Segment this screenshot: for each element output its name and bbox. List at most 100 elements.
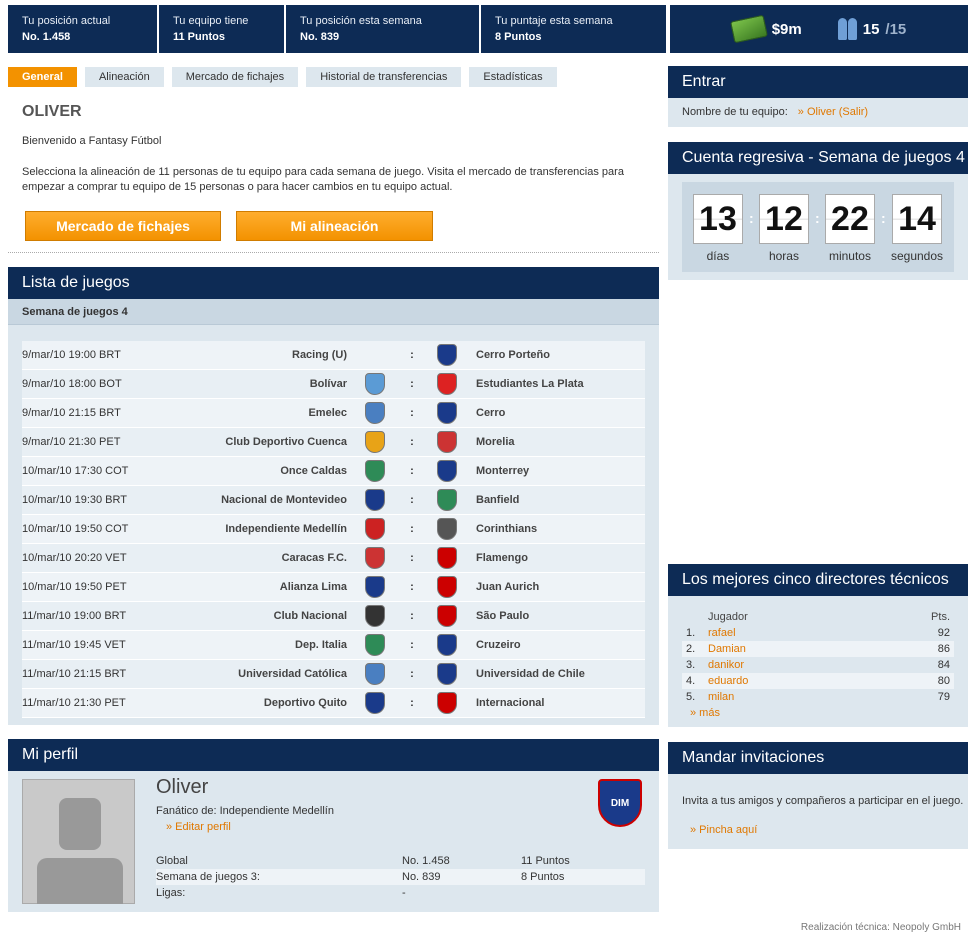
profile-fan-of: Fanático de: Independiente Medellín <box>156 805 334 817</box>
tab-general[interactable]: General <box>8 67 77 87</box>
match-row: 9/mar/10 21:15 BRT Emelec: Cerro <box>22 399 645 428</box>
match-date: 11/mar/10 19:45 VET <box>22 639 126 651</box>
rank: 5. <box>686 691 696 703</box>
team-name-label: Nombre de tu equipo: <box>682 106 788 118</box>
manager-link[interactable]: eduardo <box>708 675 914 687</box>
home-team: Once Caldas <box>280 465 347 477</box>
away-crest-icon <box>437 344 457 366</box>
budget: $9m <box>729 14 802 44</box>
rank: 2. <box>686 643 696 655</box>
home-team: Independiente Medellín <box>225 523 347 535</box>
away-crest-icon <box>437 518 457 540</box>
home-team: Club Deportivo Cuenca <box>225 436 347 448</box>
home-crest-icon <box>364 373 385 395</box>
top5-row: 4. eduardo 80 <box>682 673 954 689</box>
match-row: 9/mar/10 21:30 PET Club Deportivo Cuenca:… <box>22 428 645 457</box>
away-team: Universidad de Chile <box>476 668 585 680</box>
stat-current-position: Tu posición actual No. 1.458 <box>8 5 159 53</box>
match-row: 11/mar/10 19:00 BRT Club Nacional: São Pau… <box>22 602 645 631</box>
match-date: 10/mar/10 19:50 COT <box>22 523 129 535</box>
top5-row: 3. danikor 84 <box>682 657 954 673</box>
manager-link[interactable]: danikor <box>708 659 914 671</box>
away-crest-icon <box>437 460 457 482</box>
home-crest-icon <box>364 692 385 714</box>
away-crest-icon <box>437 576 457 598</box>
manager-points: 80 <box>937 675 950 687</box>
away-team: Cerro Porteño <box>476 349 550 361</box>
money-icon <box>729 14 768 44</box>
stat-week-position: Tu posición esta semana No. 839 <box>286 5 481 53</box>
match-separator: : <box>410 668 414 680</box>
page-title: OLIVER <box>22 103 82 120</box>
tab-statistics[interactable]: Estadísticas <box>469 67 557 87</box>
match-date: 11/mar/10 21:15 BRT <box>22 668 127 680</box>
tab-transfer-market[interactable]: Mercado de fichajes <box>171 67 299 87</box>
my-lineup-button[interactable]: Mi alineación <box>236 211 433 241</box>
top5-list: 1. rafael 92 2. Damian 86 3. danikor 84 4. eduardo… <box>682 625 954 705</box>
home-crest-icon <box>364 489 385 511</box>
transfer-market-button[interactable]: Mercado de fichajes <box>25 211 221 241</box>
manager-points: 92 <box>937 627 950 639</box>
profile-row-leagues: Ligas: - <box>156 887 406 899</box>
general-section: OLIVER Bienvenido a Fantasy Fútbol Selec… <box>8 95 659 253</box>
match-date: 11/mar/10 19:00 BRT <box>22 610 127 622</box>
match-separator: : <box>410 552 414 564</box>
more-link[interactable]: » más <box>682 707 954 719</box>
match-date: 10/mar/10 19:30 BRT <box>22 494 127 506</box>
away-team: Juan Aurich <box>476 581 540 593</box>
countdown-panel: Cuenta regresiva - Semana de juegos 4 13… <box>668 142 968 280</box>
away-crest-icon <box>437 547 457 569</box>
match-date: 9/mar/10 21:30 PET <box>22 436 121 448</box>
stat-team-points: Tu equipo tiene 11 Puntos <box>159 5 286 53</box>
home-crest-icon <box>364 634 385 656</box>
away-team: Internacional <box>476 697 545 709</box>
home-team: Racing (U) <box>292 349 347 361</box>
match-row: 11/mar/10 21:15 BRT Universidad Católica:… <box>22 660 645 689</box>
match-row: 10/mar/10 19:50 COT Independiente Medellí… <box>22 515 645 544</box>
countdown-title: Cuenta regresiva - Semana de juegos 4 <box>668 142 968 174</box>
match-date: 9/mar/10 18:00 BOT <box>22 378 122 390</box>
away-crest-icon <box>437 402 457 424</box>
match-date: 9/mar/10 21:15 BRT <box>22 407 121 419</box>
match-separator: : <box>410 378 414 390</box>
match-date: 10/mar/10 19:50 PET <box>22 581 127 593</box>
stat-week-points: Tu puntaje esta semana 8 Puntos <box>481 5 668 53</box>
match-list: 9/mar/10 19:00 BRT Racing (U): Cerro Porte… <box>22 341 645 718</box>
manager-link[interactable]: Damian <box>708 643 914 655</box>
manager-points: 86 <box>937 643 950 655</box>
home-crest-icon <box>364 576 385 598</box>
tab-transfer-history[interactable]: Historial de transferencias <box>306 67 462 87</box>
away-team: Corinthians <box>476 523 538 535</box>
away-team: Banfield <box>476 494 520 506</box>
invite-title: Mandar invitaciones <box>668 742 968 774</box>
logout-link[interactable]: » Oliver (Salir) <box>798 106 868 118</box>
match-row: 10/mar/10 17:30 COT Once Caldas: Monterrey <box>22 457 645 486</box>
match-row: 9/mar/10 19:00 BRT Racing (U): Cerro Porte… <box>22 341 645 370</box>
top5-header: Jugador Pts. <box>708 610 950 623</box>
budget-players-box: $9m 15/15 <box>670 5 968 53</box>
welcome-text: Bienvenido a Fantasy Fútbol <box>22 135 162 147</box>
home-crest-icon <box>364 431 385 453</box>
intro-text: Selecciona la alineación de 11 personas … <box>22 166 624 193</box>
manager-link[interactable]: milan <box>708 691 914 703</box>
match-separator: : <box>410 581 414 593</box>
edit-profile-link[interactable]: » Editar perfil <box>166 821 231 833</box>
invite-link[interactable]: » Pincha aquí <box>690 824 757 836</box>
away-team: Estudiantes La Plata <box>476 378 584 390</box>
tab-lineup[interactable]: Alineación <box>84 67 164 87</box>
top5-row: 5. milan 79 <box>682 689 954 705</box>
manager-link[interactable]: rafael <box>708 627 914 639</box>
player-count: 15/15 <box>837 18 906 40</box>
match-separator: : <box>410 436 414 448</box>
match-separator: : <box>410 465 414 477</box>
rank: 3. <box>686 659 696 671</box>
match-separator: : <box>410 349 414 361</box>
countdown-seconds: 14 segundos <box>891 194 943 263</box>
home-crest-icon <box>364 460 385 482</box>
avatar <box>22 779 135 904</box>
match-row: 10/mar/10 19:50 PET Alianza Lima: Juan Aur… <box>22 573 645 602</box>
rank: 1. <box>686 627 696 639</box>
match-separator: : <box>410 639 414 651</box>
home-team: Caracas F.C. <box>281 552 347 564</box>
profile-row-global: Global No. 1.458 11 Puntos <box>156 855 570 867</box>
